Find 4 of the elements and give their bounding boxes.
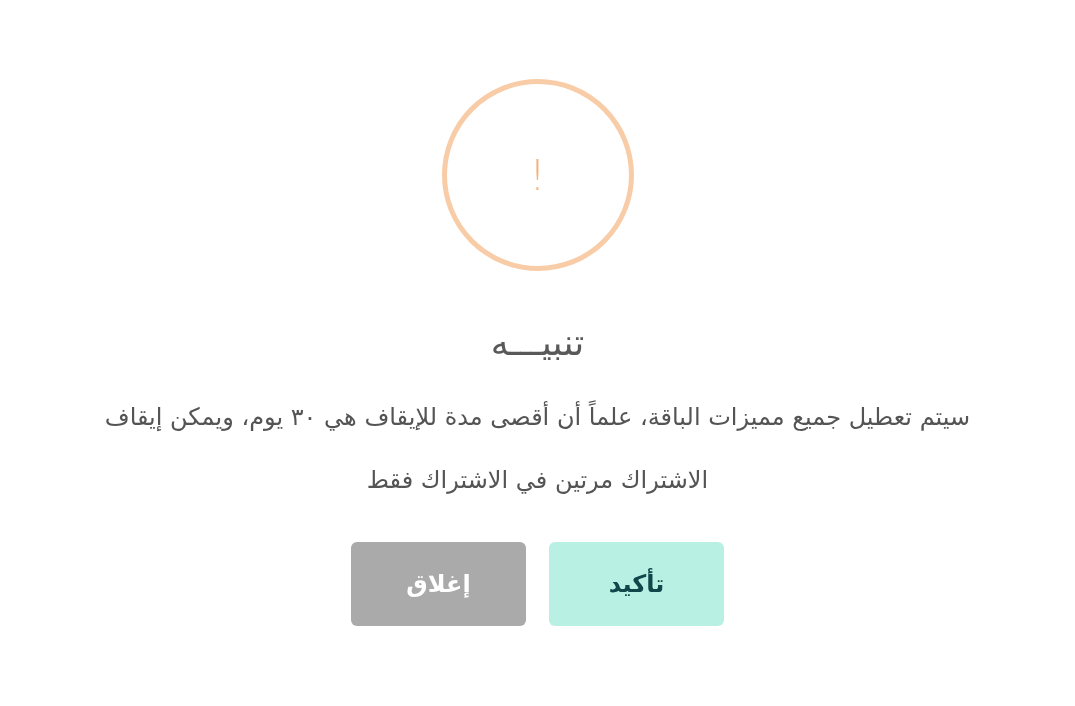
dialog-message: سيتم تعطيل جميع مميزات الباقة، علماً أن أقصى مدة للإيقاف هي ٣٠ يوم، ويمكن إيقاف الاشتراك مرتين في الاشتراك فقط: [57, 386, 1018, 513]
warning-icon: !: [441, 79, 634, 271]
confirm-button[interactable]: تأكيد: [549, 542, 724, 627]
dialog-title: تنبيـــه: [490, 321, 585, 365]
